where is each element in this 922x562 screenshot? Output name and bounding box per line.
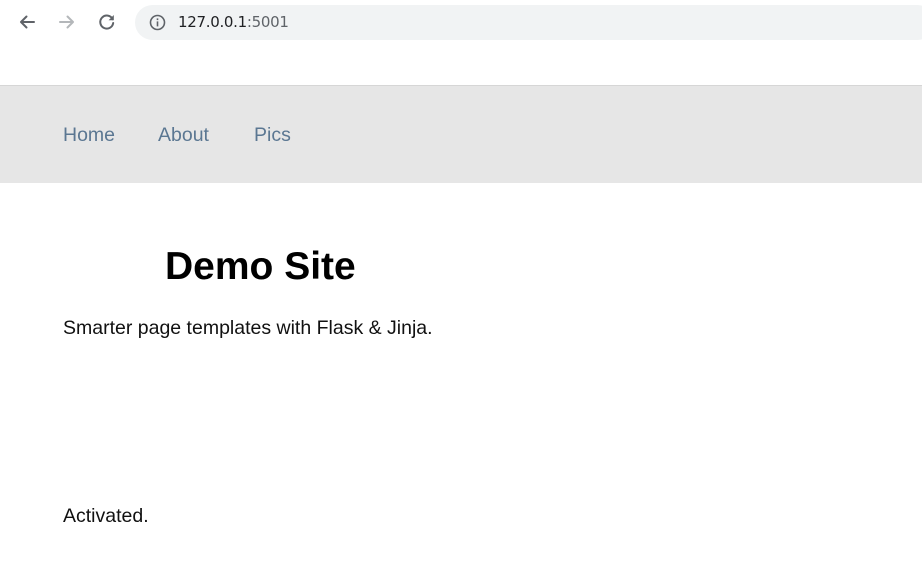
address-bar[interactable]: 127.0.0.1:5001 [135,5,922,40]
nav-link-pics[interactable]: Pics [254,124,291,147]
info-circle-icon[interactable] [149,14,166,31]
reload-icon [99,14,115,30]
forward-button[interactable] [53,8,81,36]
status-text: Activated. [63,505,149,527]
reload-button[interactable] [93,8,121,36]
nav-link-about[interactable]: About [158,124,209,147]
url-port: :5001 [246,13,289,31]
back-button[interactable] [13,8,41,36]
url-host: 127.0.0.1 [178,13,247,31]
site-navbar: Home About Pics [0,85,922,183]
browser-toolbar: 127.0.0.1:5001 [0,0,922,44]
arrow-right-icon [59,15,74,29]
arrow-left-icon [20,15,35,29]
nav-link-home[interactable]: Home [63,124,115,147]
page-title: Demo Site [165,245,356,288]
page-subtitle: Smarter page templates with Flask & Jinj… [63,317,433,339]
url-text: 127.0.0.1:5001 [178,13,289,31]
